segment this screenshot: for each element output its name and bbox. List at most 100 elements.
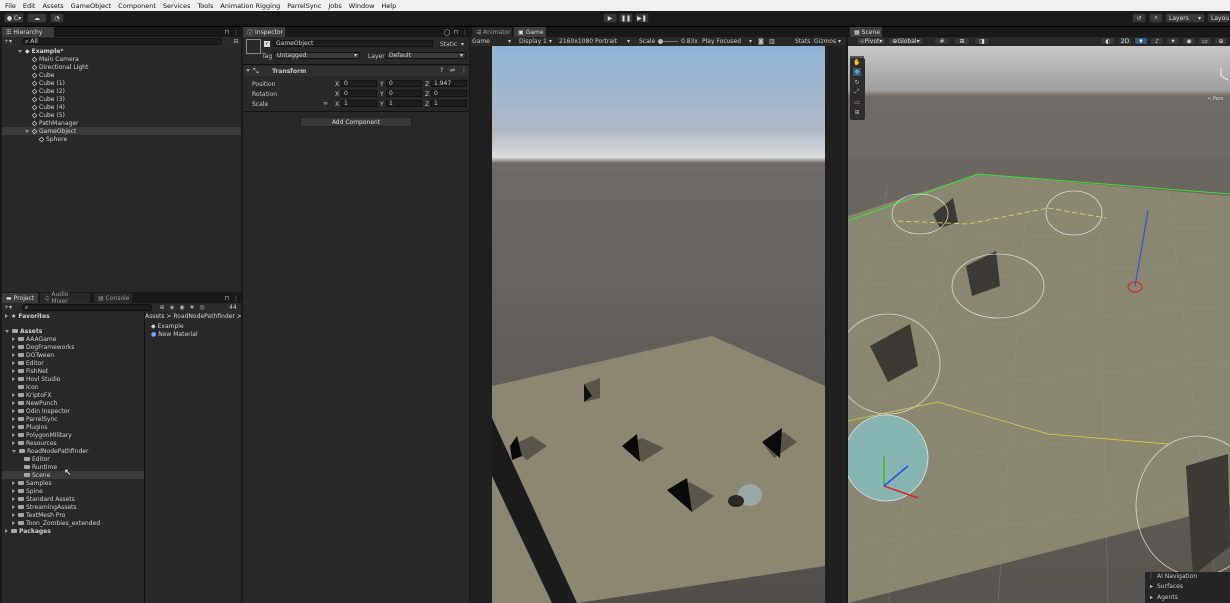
stats-button[interactable]: Stats: [795, 38, 810, 45]
preset-icon[interactable]: ⇌: [450, 67, 455, 74]
folder-item-selected[interactable]: Scene: [2, 471, 144, 479]
folder-item[interactable]: Spine: [2, 487, 43, 495]
hidden-objects-toggle[interactable]: ◉: [1182, 37, 1196, 45]
folder-item[interactable]: ParrelSync: [2, 415, 58, 423]
menu-animation-rigging[interactable]: Animation Rigging: [220, 2, 280, 10]
layout-dropdown[interactable]: Layou: [1207, 13, 1230, 23]
move-tool-icon[interactable]: ✥: [853, 68, 861, 76]
scale-tool-icon[interactable]: ⤢: [853, 88, 861, 96]
overlay-grip-icon[interactable]: ⋮: [1148, 573, 1154, 580]
hierarchy-search-input[interactable]: ⌕ All: [22, 38, 222, 45]
global-dropdown[interactable]: ⊕ Global ▾: [888, 37, 924, 45]
grid-snapping-button[interactable]: #: [934, 37, 950, 45]
folder-item[interactable]: Editor: [2, 455, 50, 463]
hierarchy-item[interactable]: Cube: [2, 71, 55, 79]
scene-viewport[interactable]: [848, 46, 1230, 603]
chevron-right-icon[interactable]: ▸: [1150, 594, 1153, 601]
folder-item[interactable]: Odin Inspector: [2, 407, 70, 415]
hierarchy-item[interactable]: Directional Light: [2, 63, 88, 71]
view-options-button[interactable]: ◨: [974, 37, 990, 45]
add-icon[interactable]: +▾: [4, 303, 12, 311]
folder-item[interactable]: Toon_Zombies_extended: [2, 519, 100, 527]
collab-button[interactable]: ◔: [50, 13, 64, 23]
hierarchy-item[interactable]: Cube (4): [2, 103, 65, 111]
lock-icon[interactable]: ⊓: [223, 294, 231, 302]
hierarchy-scene-row[interactable]: ◆Example*⋮: [2, 47, 257, 55]
folder-item[interactable]: StreamingAssets: [2, 503, 77, 511]
file-item[interactable]: ● New Material: [145, 330, 198, 338]
play-button[interactable]: ▶: [603, 13, 617, 23]
file-item[interactable]: ◆ Example: [145, 322, 184, 330]
hierarchy-item[interactable]: Cube (2): [2, 87, 65, 95]
chevron-down-icon[interactable]: ▾: [749, 38, 752, 45]
link-scale-icon[interactable]: ∞: [323, 100, 328, 107]
toggle-2d-button[interactable]: 2D: [1118, 37, 1132, 45]
camera-settings-button[interactable]: ▭: [1198, 37, 1212, 45]
scale-slider-handle[interactable]: [658, 39, 663, 44]
gizmos-toggle[interactable]: ⊕: [1214, 37, 1228, 45]
hierarchy-item[interactable]: PathManager: [2, 119, 78, 127]
overlay-item-agents[interactable]: Agents: [1157, 594, 1178, 601]
menu-window[interactable]: Window: [349, 2, 375, 10]
favorites-row[interactable]: ★ Favorites: [2, 312, 50, 320]
folder-item[interactable]: AAAGame: [2, 335, 56, 343]
folder-item[interactable]: Plugins: [2, 423, 48, 431]
scale-x-field[interactable]: 1: [341, 100, 377, 107]
layer-dropdown[interactable]: Default ▾: [386, 52, 466, 59]
eye-icon[interactable]: ◎: [198, 303, 206, 311]
menu-help[interactable]: Help: [381, 2, 396, 10]
chevron-down-icon[interactable]: ▾: [508, 38, 511, 45]
rect-tool-icon[interactable]: ▭: [853, 98, 861, 106]
scale-y-field[interactable]: 1: [386, 100, 422, 107]
hierarchy-item[interactable]: Cube (3): [2, 95, 65, 103]
object-name-field[interactable]: GameObject: [273, 40, 433, 47]
stats-icon[interactable]: ▥: [769, 38, 775, 45]
tab-project[interactable]: ▬ Project: [2, 293, 38, 303]
effects-toggle[interactable]: ✦: [1166, 37, 1180, 45]
lock-icon[interactable]: ⊓: [223, 28, 231, 36]
tab-animator[interactable]: ⇶ Animator: [472, 27, 512, 37]
folder-item[interactable]: DOTween: [2, 351, 54, 359]
mute-audio-icon[interactable]: ◙: [758, 38, 764, 45]
menu-parrelsync[interactable]: ParrelSync: [287, 2, 321, 10]
folder-item[interactable]: TextMesh Pro: [2, 511, 65, 519]
menu-tools[interactable]: Tools: [197, 2, 213, 10]
folder-item[interactable]: Editor: [2, 359, 44, 367]
chevron-down-icon[interactable]: ▾: [461, 41, 464, 48]
scale-z-field[interactable]: 1: [431, 100, 467, 107]
rotation-x-field[interactable]: 0: [341, 90, 377, 97]
more-icon[interactable]: ⋮: [461, 67, 467, 74]
undo-history-button[interactable]: ↺: [1132, 13, 1146, 23]
draw-mode-button[interactable]: ◐: [1100, 37, 1116, 45]
overlay-item-surfaces[interactable]: Surfaces: [1157, 583, 1183, 590]
menu-file[interactable]: File: [5, 2, 16, 10]
folder-item[interactable]: Resources: [2, 439, 57, 447]
folder-item[interactable]: Samples: [2, 479, 52, 487]
game-viewport[interactable]: [492, 46, 825, 603]
folder-item[interactable]: Icon: [2, 383, 39, 391]
menu-component[interactable]: Component: [118, 2, 156, 10]
step-button[interactable]: ▶❚: [635, 13, 649, 23]
star-icon[interactable]: ★: [188, 303, 196, 311]
folder-item[interactable]: RoadNodePathfinder: [2, 447, 88, 455]
layers-dropdown[interactable]: Layers ▾: [1165, 13, 1205, 23]
folder-item[interactable]: PolygonMilitary: [2, 431, 72, 439]
position-y-field[interactable]: 0: [386, 80, 422, 87]
folder-item[interactable]: Hovl Studio: [2, 375, 60, 383]
tab-audio-mixer[interactable]: ♫ Audio Mixer: [40, 291, 90, 305]
pause-button[interactable]: ❚❚: [619, 13, 633, 23]
breadcrumb[interactable]: Assets > RoadNodePathfinder > S: [145, 312, 241, 320]
more-icon[interactable]: ⋮: [232, 294, 240, 302]
add-icon[interactable]: +▾: [4, 37, 12, 45]
hierarchy-item[interactable]: Cube (1): [2, 79, 65, 87]
snap-increment-button[interactable]: ⊞: [954, 37, 970, 45]
search-by-type-icon[interactable]: ⊕: [158, 303, 166, 311]
pivot-dropdown[interactable]: ⊹ Pivot ▾: [856, 37, 886, 45]
help-icon[interactable]: ?: [440, 67, 443, 74]
project-search-input[interactable]: ⌕: [22, 304, 152, 311]
menu-services[interactable]: Services: [163, 2, 190, 10]
assets-row[interactable]: Assets: [2, 327, 42, 335]
rotation-y-field[interactable]: 0: [386, 90, 422, 97]
menu-edit[interactable]: Edit: [23, 2, 36, 10]
visibility-icon[interactable]: ◉: [178, 303, 186, 311]
